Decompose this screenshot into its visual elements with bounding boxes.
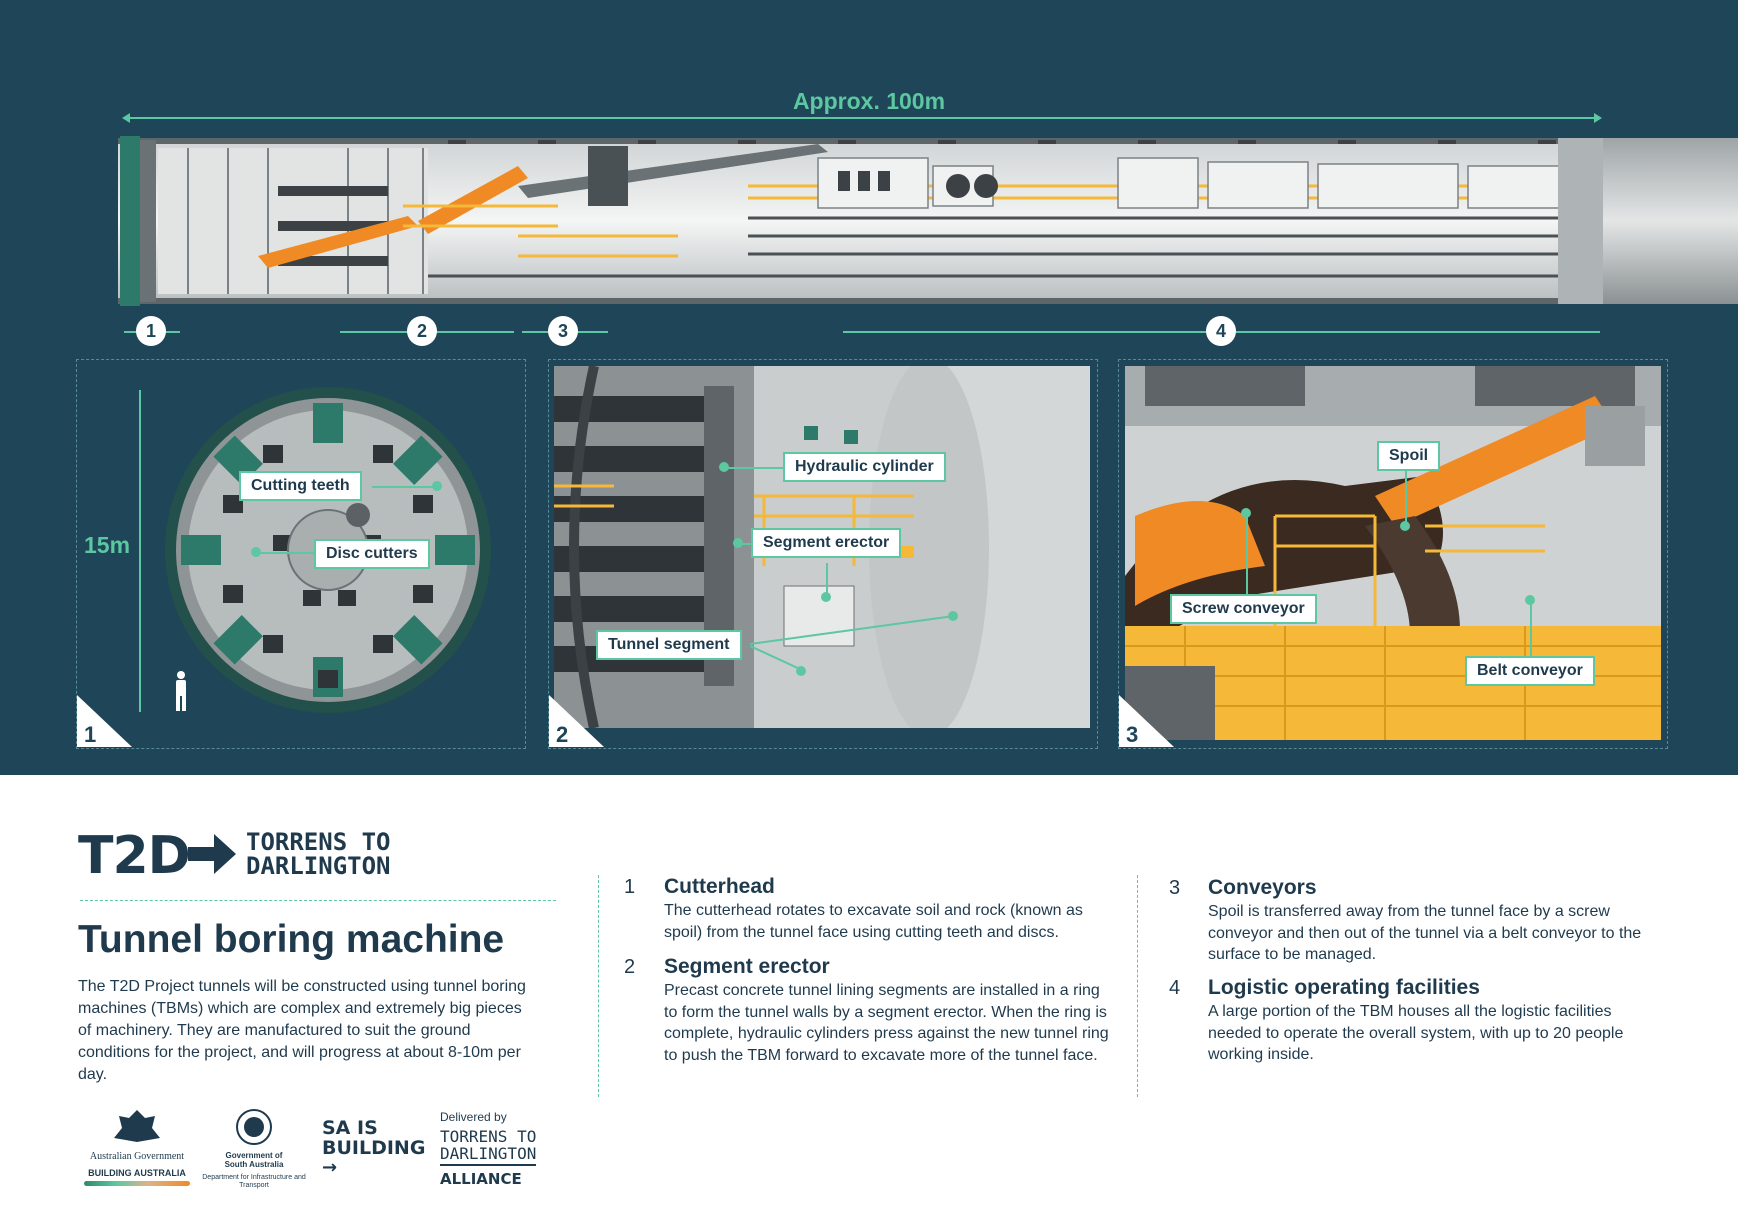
page-title: Tunnel boring machine — [78, 918, 505, 961]
panel-number-2: 2 — [556, 722, 569, 747]
logo-name-line-2: DARLINGTON — [246, 852, 391, 880]
arrow-right-icon: → — [322, 1157, 338, 1178]
leader-dot — [948, 611, 958, 621]
arrow-left-icon — [122, 113, 130, 123]
delivered-by-label: Delivered by — [440, 1110, 507, 1124]
tbm-cutaway-illustration — [118, 136, 1738, 306]
item-text-logistic-facilities: A large portion of the TBM houses all th… — [1208, 1003, 1624, 1063]
leader-dot — [432, 481, 442, 491]
leader-dot — [1400, 521, 1410, 531]
length-dimension-label: Approx. 100m — [792, 88, 946, 114]
aus-gov-name: Australian Government — [89, 1151, 185, 1162]
leader-hydraulic-cylinder — [724, 467, 783, 469]
t2d-logo-mark: T2D — [78, 826, 191, 886]
leader-dot — [719, 462, 729, 472]
arrow-right-icon — [188, 834, 236, 874]
length-dimension-line — [124, 117, 1600, 119]
leader-tunnel-segment — [750, 615, 955, 671]
diameter-dimension-line — [139, 390, 141, 712]
callout-hydraulic-cylinder: Hydraulic cylinder — [783, 452, 946, 482]
leader-spoil — [1405, 471, 1407, 526]
leader-screw-conveyor — [1246, 513, 1248, 594]
callout-cutting-teeth: Cutting teeth — [239, 471, 362, 501]
diameter-dimension-label: 15m — [84, 532, 131, 558]
item-title-conveyors: Conveyors — [1208, 876, 1317, 899]
section-marker-3: 3 — [548, 316, 578, 346]
leader-dot — [733, 538, 743, 548]
leader-dot — [1525, 595, 1535, 605]
person-scale-icon — [176, 671, 186, 711]
leader-dot — [251, 547, 261, 557]
callout-belt-conveyor: Belt conveyor — [1465, 656, 1595, 686]
aus-gov-sub: BUILDING AUSTRALIA — [88, 1168, 186, 1178]
australian-government-logo: Australian Government BUILDING AUSTRALIA — [84, 1108, 190, 1186]
callout-tunnel-segment: Tunnel segment — [596, 630, 742, 660]
item-text-cutterhead: The cutterhead rotates to excavate soil … — [664, 902, 1083, 941]
section-marker-4: 4 — [1206, 316, 1236, 346]
callout-disc-cutters: Disc cutters — [314, 539, 430, 569]
divider — [80, 900, 556, 901]
column-divider — [1137, 875, 1138, 1097]
alliance-line-2: DARLINGTON — [440, 1145, 537, 1166]
callout-segment-erector: Segment erector — [751, 528, 902, 558]
item-title-segment-erector: Segment erector — [664, 955, 830, 978]
leader-dot — [1241, 508, 1251, 518]
item-number-4: 4 — [1169, 977, 1181, 999]
panel-number-3: 3 — [1126, 722, 1139, 747]
colour-bar — [84, 1181, 190, 1186]
section-marker-1: 1 — [136, 316, 166, 346]
column-divider — [598, 875, 599, 1097]
sa-building-line-2: BUILDING — [322, 1137, 426, 1159]
sa-is-building-logo: SA IS BUILDING → — [322, 1118, 425, 1178]
item-number-3: 3 — [1169, 877, 1181, 899]
item-text-conveyors: Spoil is transferred away from the tunne… — [1208, 903, 1642, 963]
item-text-segment-erector: Precast concrete tunnel lining segments … — [664, 982, 1109, 1064]
alliance-logo: Delivered by TORRENS TO DARLINGTON ALLIA… — [440, 1110, 537, 1188]
leader-disc-cutters — [256, 552, 314, 554]
section-marker-2: 2 — [407, 316, 437, 346]
item-number-2: 2 — [624, 956, 636, 978]
alliance-line-3: ALLIANCE — [440, 1170, 522, 1188]
sa-building-line-1: SA IS — [322, 1117, 378, 1139]
sa-gov-sub: Department for Infrastructure and Transp… — [202, 1174, 306, 1189]
leader-dot — [821, 592, 831, 602]
sa-government-logo: Government of South Australia Department… — [202, 1108, 306, 1190]
sa-seal-icon — [236, 1109, 272, 1145]
leader-dot — [796, 666, 806, 676]
alliance-line-1: TORRENS TO — [440, 1127, 537, 1146]
coat-of-arms-icon — [114, 1110, 160, 1142]
item-title-logistic-facilities: Logistic operating facilities — [1208, 976, 1480, 999]
item-number-1: 1 — [624, 876, 636, 898]
leader-cutting-teeth — [372, 486, 436, 488]
item-title-cutterhead: Cutterhead — [664, 875, 775, 898]
arrow-right-icon — [1594, 113, 1602, 123]
logo-name-line-1: TORRENS TO — [246, 828, 391, 856]
leader-belt-conveyor — [1530, 600, 1532, 656]
t2d-logo-name: TORRENS TO DARLINGTON — [246, 830, 391, 878]
intro-paragraph: The T2D Project tunnels will be construc… — [78, 978, 526, 1083]
panel-number-1: 1 — [84, 722, 97, 747]
sa-gov-name: Government of South Australia — [224, 1151, 284, 1169]
callout-screw-conveyor: Screw conveyor — [1170, 594, 1317, 624]
callout-spoil: Spoil — [1377, 441, 1441, 471]
